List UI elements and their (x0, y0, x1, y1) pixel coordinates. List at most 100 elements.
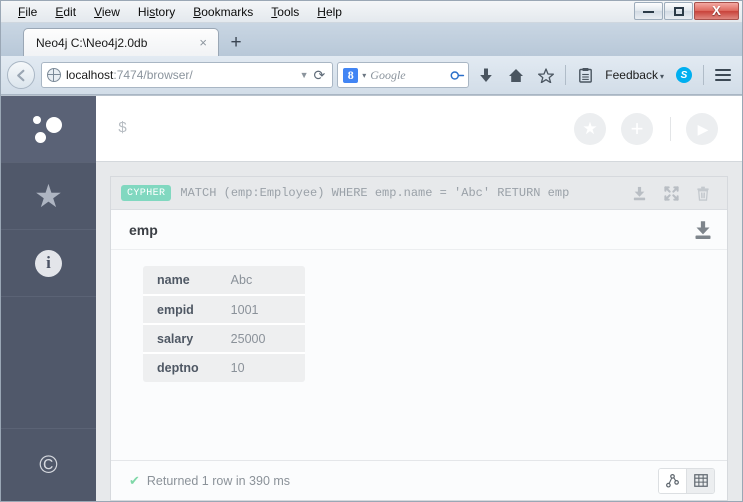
downloads-button[interactable] (473, 61, 499, 89)
hamburger-icon (715, 68, 731, 82)
graph-view-button[interactable] (659, 468, 686, 493)
globe-icon (46, 67, 61, 82)
bookmark-button[interactable] (533, 61, 559, 89)
skype-icon: S (676, 67, 692, 83)
graph-icon (666, 473, 679, 488)
minimize-button[interactable] (634, 2, 663, 20)
editor-divider (670, 116, 671, 141)
clipboard-icon (578, 67, 592, 83)
result-header: emp (111, 210, 727, 250)
frame-expand-button[interactable] (659, 181, 683, 205)
table-row: deptno 10 (143, 353, 305, 382)
back-arrow-icon (16, 69, 24, 81)
sidebar-item-database[interactable] (1, 96, 96, 163)
result-content: name Abc empid 1001 salary 25000 deptno … (111, 250, 727, 460)
close-icon: X (712, 3, 721, 18)
sidebar-item-copyright[interactable]: © (1, 429, 96, 501)
plus-icon: + (630, 115, 644, 141)
neo4j-browser-app: ★ i © $ ★ + ▶ CYPHER MATCH (emp:Employee… (1, 95, 742, 501)
editor-prompt: $ (118, 120, 128, 137)
browser-window: File Edit View History Bookmarks Tools H… (0, 0, 743, 502)
new-tab-button[interactable]: + (222, 30, 250, 56)
tab-neo4j[interactable]: Neo4j C:\Neo4j2.0db × (23, 28, 219, 56)
toolbar-divider (565, 65, 567, 85)
reader-view-button[interactable] (572, 61, 598, 89)
trash-icon (697, 186, 709, 201)
back-button[interactable] (7, 61, 35, 89)
chevron-down-icon[interactable]: ▼ (300, 70, 309, 80)
toolbar-divider-2 (703, 65, 704, 85)
frame-close-button[interactable] (691, 181, 715, 205)
skype-button[interactable]: S (671, 61, 697, 89)
download-arrow-icon (480, 68, 493, 82)
download-icon (695, 220, 711, 239)
maximize-button[interactable] (664, 2, 693, 20)
table-icon (693, 474, 708, 487)
query-editor-bar[interactable]: $ ★ + ▶ (96, 96, 742, 162)
status-text: Returned 1 row in 390 ms (146, 473, 291, 488)
home-icon (509, 68, 524, 82)
chevron-down-icon: ▾ (659, 72, 664, 81)
play-icon: ▶ (697, 120, 709, 137)
tab-strip: Neo4j C:\Neo4j2.0db × + (1, 23, 742, 56)
menu-help[interactable]: Help (308, 3, 351, 21)
feedback-label: Feedback (605, 68, 658, 82)
reload-icon[interactable]: ⟳ (314, 67, 328, 84)
search-icon[interactable] (448, 66, 466, 84)
editor-favorite-button[interactable]: ★ (574, 112, 606, 145)
sidebar-spacer (1, 297, 96, 429)
sidebar-item-favorites[interactable]: ★ (1, 163, 96, 230)
search-bar[interactable]: 8 ▾ Google (337, 62, 470, 88)
menu-history[interactable]: History (129, 3, 184, 21)
window-controls: X (634, 2, 739, 20)
success-check-icon: ✔ (129, 472, 140, 488)
menu-button[interactable] (710, 61, 736, 89)
menu-view[interactable]: View (85, 3, 129, 21)
view-toggle-group (658, 467, 715, 494)
table-row: name Abc (143, 266, 306, 296)
property-key: deptno (157, 361, 199, 375)
property-value: 25000 (216, 324, 306, 354)
table-view-button[interactable] (687, 468, 714, 493)
result-column-name: emp (129, 221, 158, 238)
node-properties-table: name Abc empid 1001 salary 25000 deptno … (143, 266, 306, 382)
frame-download-button[interactable] (627, 181, 651, 205)
sidebar: ★ i © (1, 96, 96, 501)
table-row: empid 1001 (143, 295, 306, 325)
menu-bookmarks[interactable]: Bookmarks (184, 3, 262, 21)
property-value: 10 (230, 361, 245, 375)
copyright-icon: © (39, 450, 58, 479)
download-icon (633, 186, 645, 200)
main-panel: $ ★ + ▶ CYPHER MATCH (emp:Employee) WHER… (96, 96, 742, 501)
editor-add-button[interactable]: + (621, 112, 653, 145)
menu-tools[interactable]: Tools (262, 3, 308, 21)
property-key: name (143, 266, 217, 296)
tab-title: Neo4j C:\Neo4j2.0db (36, 35, 148, 50)
property-value: Abc (216, 266, 306, 296)
database-dots-icon (32, 113, 66, 145)
frame-body: emp name Abc empid 1001 salary 25000 dep… (111, 210, 727, 500)
close-button[interactable]: X (694, 2, 739, 20)
query-text: MATCH (emp:Employee) WHERE emp.name = 'A… (180, 186, 570, 200)
url-text: localhost:7474/browser/ (66, 68, 295, 82)
property-value: 1001 (216, 295, 306, 325)
info-icon: i (35, 249, 62, 277)
menu-edit[interactable]: Edit (46, 3, 85, 21)
sidebar-item-about[interactable]: i (1, 230, 96, 297)
url-path: :7474/browser/ (113, 68, 193, 82)
navigation-toolbar: localhost:7474/browser/ ▼ ⟳ 8 ▾ Google F… (1, 56, 742, 95)
url-bar[interactable]: localhost:7474/browser/ ▼ ⟳ (41, 62, 334, 88)
search-input[interactable]: Google (370, 68, 446, 83)
feedback-button[interactable]: Feedback ▾ (602, 68, 667, 82)
table-row: salary 25000 (143, 324, 306, 354)
frame-status-bar: ✔ Returned 1 row in 390 ms (111, 460, 727, 500)
search-engine-chevron-icon[interactable]: ▾ (362, 71, 366, 80)
star-icon: ★ (34, 178, 63, 214)
home-button[interactable] (503, 61, 529, 89)
expand-icon (663, 185, 679, 201)
editor-run-button[interactable]: ▶ (686, 112, 718, 145)
result-download-button[interactable] (693, 220, 713, 240)
tab-close-icon[interactable]: × (194, 36, 212, 49)
menu-file[interactable]: File (9, 3, 46, 21)
result-stream: CYPHER MATCH (emp:Employee) WHERE emp.na… (96, 162, 742, 501)
